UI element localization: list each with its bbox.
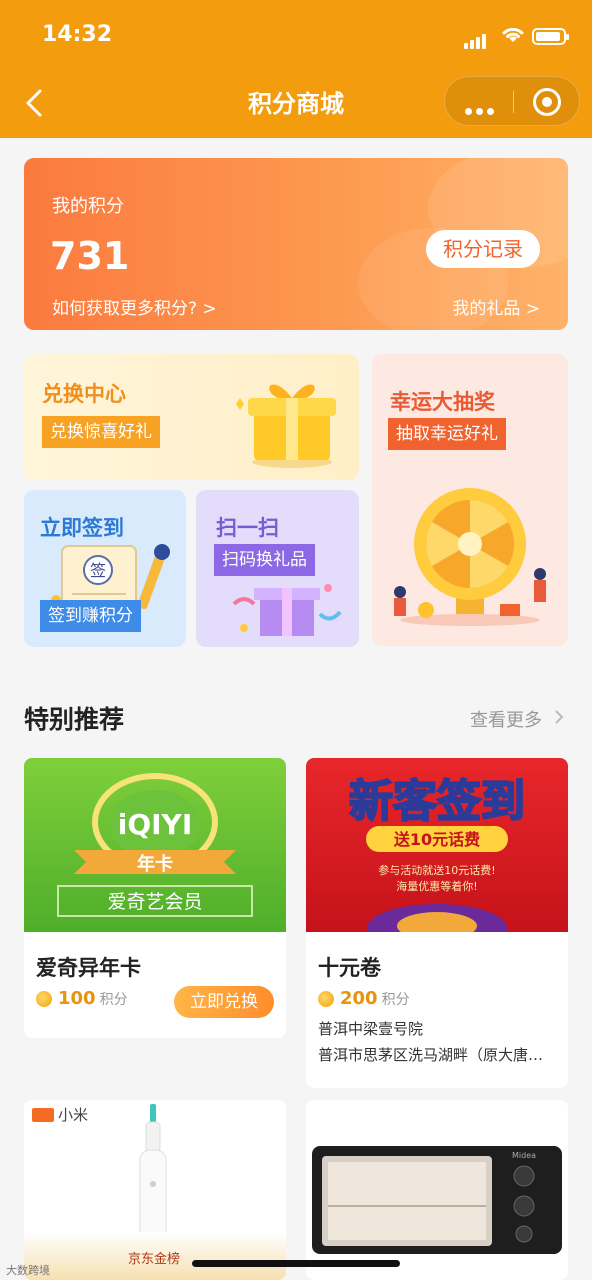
banner-headline: 新客签到	[349, 776, 525, 827]
price-value: 100	[58, 988, 96, 1009]
gift-pack-icon	[232, 584, 342, 636]
price-unit: 积分	[381, 992, 410, 1008]
sign-in-card[interactable]: 立即签到 签 签到赚积分	[24, 490, 186, 647]
product-card-iqiyi[interactable]: iQIYI 年卡 爱奇艺会员 爱奇异年卡 100 积分 立即兑换	[24, 758, 286, 1038]
product-price: 200 积分	[340, 988, 410, 1009]
lottery-title: 幸运大抽奖	[390, 390, 495, 414]
coin-icon	[36, 991, 52, 1007]
product-price: 100 积分	[58, 988, 128, 1009]
signal-icon	[464, 30, 488, 49]
signin-title: 立即签到	[40, 516, 124, 540]
redeem-button[interactable]: 立即兑换	[174, 986, 274, 1018]
signin-tag: 签到赚积分	[40, 600, 141, 632]
my-gifts-link[interactable]: 我的礼品 >	[452, 294, 540, 319]
store-address: 普洱市思茅区洗马湖畔（原大唐…	[318, 1046, 544, 1064]
watermark: 大数跨境	[6, 1264, 50, 1277]
price-unit: 积分	[99, 992, 128, 1008]
points-card: 我的积分 731 积分记录 如何获取更多积分? > 我的礼品 >	[24, 158, 568, 330]
scan-tag: 扫码换礼品	[214, 544, 315, 576]
home-indicator	[192, 1260, 400, 1267]
banner-subtitle: 送10元话费	[393, 830, 480, 849]
signin-banner-art: 新客签到 送10元话费 参与活动就送10元话费! 海量优惠等着你!	[348, 775, 526, 952]
banner-line-2: 海量优惠等着你!	[396, 879, 477, 893]
product-image: iQIYI 年卡 爱奇艺会员	[24, 758, 286, 932]
product-image: 新客签到 送10元话费 参与活动就送10元话费! 海量优惠等着你!	[306, 758, 568, 952]
product-name: 爱奇异年卡	[36, 956, 141, 980]
points-label: 我的积分	[52, 196, 124, 217]
app-header: 14:32 积分商城	[0, 0, 592, 138]
stamp-char: 签	[90, 561, 106, 580]
status-bar: 14:32	[0, 0, 592, 70]
section-title: 特别推荐	[24, 705, 125, 734]
exchange-tag: 兑换惊喜好礼	[42, 416, 160, 448]
product-card-oven[interactable]: Midea	[306, 1100, 568, 1280]
ribbon-text: 年卡	[137, 853, 173, 875]
scan-title: 扫一扫	[216, 516, 279, 540]
mini-program-capsule	[444, 76, 580, 126]
jd-rank-label: 京东金榜	[128, 1252, 181, 1267]
battery-icon	[532, 28, 569, 45]
banner-caption: 爱奇艺会员	[107, 891, 202, 913]
points-record-button[interactable]: 积分记录	[426, 230, 540, 268]
wifi-icon	[502, 27, 524, 42]
close-target-icon[interactable]	[533, 88, 561, 116]
chevron-right-icon[interactable]	[552, 708, 566, 726]
gift-box-icon	[236, 384, 336, 468]
status-time: 14:32	[42, 22, 113, 47]
banner-line-1: 参与活动就送10元话费!	[378, 863, 495, 877]
product-name: 十元卷	[318, 956, 381, 980]
iqiyi-logo-text: iQIYI	[118, 808, 193, 841]
brand-label: 小米	[58, 1106, 89, 1124]
lucky-draw-card[interactable]: 幸运大抽奖 抽取幸运好礼	[372, 354, 568, 646]
lottery-tag: 抽取幸运好礼	[388, 418, 506, 450]
coin-icon	[318, 991, 334, 1007]
mi-logo-icon	[32, 1108, 54, 1122]
iqiyi-banner-art: iQIYI 年卡 爱奇艺会员	[57, 773, 253, 917]
store-name: 普洱中梁壹号院	[318, 1020, 424, 1038]
view-more-link[interactable]: 查看更多	[470, 706, 542, 732]
oven-brand: Midea	[512, 1151, 536, 1160]
capsule-divider	[513, 91, 514, 113]
product-card-xiaomi[interactable]: 小米 京东金榜	[24, 1100, 286, 1280]
product-card-coupon[interactable]: 新客签到 送10元话费 参与活动就送10元话费! 海量优惠等着你! 十元卷 20…	[306, 758, 568, 1088]
points-value: 731	[50, 234, 130, 278]
prize-wheel-icon	[394, 488, 546, 626]
oven-icon: Midea	[312, 1146, 562, 1254]
how-to-earn-link[interactable]: 如何获取更多积分? >	[52, 294, 217, 319]
price-value: 200	[340, 988, 378, 1009]
exchange-title: 兑换中心	[42, 382, 126, 406]
scan-card[interactable]: 扫一扫 扫码换礼品	[196, 490, 359, 647]
exchange-center-card[interactable]: 兑换中心 兑换惊喜好礼	[24, 354, 359, 480]
more-dots-icon[interactable]	[465, 100, 498, 119]
